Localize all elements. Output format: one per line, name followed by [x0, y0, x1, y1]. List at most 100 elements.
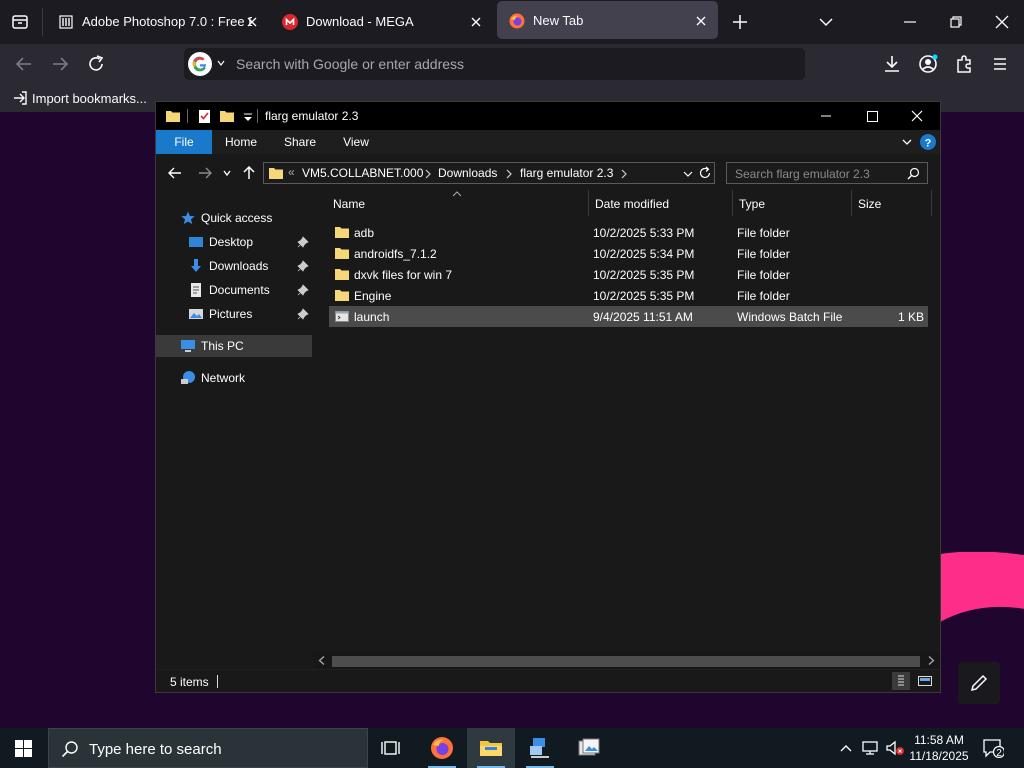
horizontal-scrollbar[interactable] [314, 652, 940, 669]
tab-file[interactable]: File [156, 130, 212, 154]
folder-search-box[interactable] [726, 162, 928, 184]
address-bar[interactable] [184, 48, 805, 80]
tab-list-icon[interactable] [10, 12, 30, 32]
menu-icon[interactable] [989, 53, 1011, 75]
explorer-minimize-button[interactable] [803, 102, 849, 130]
tab-new-tab[interactable]: New Tab [497, 1, 718, 39]
nav-network[interactable]: Network [156, 367, 312, 389]
archive-icon [58, 14, 74, 30]
navigation-pane: Quick access Desktop Downloads Documents [156, 190, 314, 652]
column-header-size[interactable]: Size [851, 190, 932, 216]
scrollbar-thumb[interactable] [332, 656, 920, 667]
tab-photoshop[interactable]: Adobe Photoshop 7.0 : Free Do [46, 0, 266, 44]
nav-documents[interactable]: Documents [156, 279, 312, 301]
explorer-close-button[interactable] [894, 102, 940, 130]
nav-pictures[interactable]: Pictures [156, 303, 312, 325]
column-header-date[interactable]: Date modified [588, 190, 733, 216]
import-bookmarks-link[interactable]: Import bookmarks... [32, 91, 147, 106]
pin-icon[interactable] [297, 236, 309, 248]
breadcrumb-item[interactable]: flarg emulator 2.3 [520, 166, 613, 180]
back-button[interactable] [13, 53, 35, 75]
volume-muted-icon[interactable] [885, 739, 905, 757]
details-view-icon[interactable] [892, 672, 910, 690]
url-input[interactable] [236, 55, 776, 73]
customize-quick-access-icon[interactable] [240, 108, 256, 124]
tab-title: Adobe Photoshop 7.0 : Free Do [82, 14, 252, 29]
list-all-tabs-icon[interactable] [816, 12, 836, 32]
tab-title: Download - MEGA [306, 14, 414, 29]
new-tab-button[interactable] [730, 12, 750, 32]
breadcrumb-item[interactable]: Downloads [438, 166, 497, 180]
tab-mega[interactable]: Download - MEGA [270, 0, 492, 44]
scroll-right-icon[interactable] [927, 656, 935, 665]
chevron-right-icon[interactable] [424, 169, 432, 179]
nav-quick-access[interactable]: Quick access [156, 207, 312, 229]
forward-button[interactable] [49, 53, 71, 75]
taskbar-search-box[interactable]: Type here to search [48, 728, 368, 768]
account-icon[interactable] [917, 53, 939, 75]
explorer-maximize-button[interactable] [849, 102, 895, 130]
properties-icon[interactable] [197, 108, 213, 124]
reload-button[interactable] [85, 53, 107, 75]
refresh-icon[interactable] [698, 166, 712, 180]
taskbar-image-app[interactable] [565, 728, 613, 768]
close-tab-icon[interactable] [466, 12, 486, 32]
nav-desktop[interactable]: Desktop [156, 231, 312, 253]
tab-home[interactable]: Home [219, 130, 263, 154]
network-status-icon[interactable] [862, 739, 880, 757]
customize-edit-button[interactable] [958, 662, 1000, 704]
pin-icon[interactable] [297, 308, 309, 320]
file-type: Windows Batch File [737, 310, 843, 324]
taskbar-firefox[interactable] [418, 728, 466, 768]
taskbar-file-explorer[interactable] [467, 728, 515, 768]
breadcrumb-item[interactable]: VM5.COLLABNET.000 [302, 166, 423, 180]
start-button[interactable] [0, 728, 48, 768]
column-header-type[interactable]: Type [732, 190, 852, 216]
address-dropdown-icon[interactable] [683, 169, 693, 179]
expand-ribbon-icon[interactable] [901, 136, 913, 148]
system-clock[interactable]: 11:58 AM 11/18/2025 [906, 732, 972, 764]
batch-file-icon [335, 311, 349, 322]
task-view-button[interactable] [368, 728, 416, 768]
search-icon[interactable] [907, 167, 920, 180]
table-row[interactable]: androidfs_7.1.2 10/2/2025 5:34 PM File f… [329, 243, 928, 264]
extensions-icon[interactable] [953, 53, 975, 75]
recent-locations-icon[interactable] [222, 168, 232, 178]
restore-window-button[interactable] [946, 12, 966, 32]
search-input[interactable] [735, 166, 905, 181]
close-tab-icon[interactable] [691, 11, 711, 31]
tab-share[interactable]: Share [278, 130, 322, 154]
pin-icon[interactable] [297, 284, 309, 296]
table-row[interactable]: launch 9/4/2025 11:51 AM Windows Batch F… [329, 306, 928, 327]
breadcrumb[interactable]: « VM5.COLLABNET.000 Downloads flarg emul… [263, 162, 715, 184]
back-arrow-icon[interactable] [167, 165, 183, 181]
help-icon[interactable]: ? [920, 134, 936, 150]
large-icons-view-icon[interactable] [916, 672, 934, 690]
nav-downloads[interactable]: Downloads [156, 255, 312, 277]
downloads-icon[interactable] [881, 53, 903, 75]
tab-view[interactable]: View [334, 130, 378, 154]
pictures-icon [188, 306, 204, 322]
taskbar-network-app[interactable] [516, 728, 564, 768]
chevron-right-icon[interactable] [505, 169, 513, 179]
column-header-name[interactable]: Name [326, 190, 589, 216]
overflow-chevron-icon[interactable]: « [288, 165, 295, 179]
up-arrow-icon[interactable] [241, 165, 257, 181]
close-tab-icon[interactable] [242, 12, 262, 32]
pin-icon[interactable] [297, 260, 309, 272]
nav-label: Quick access [201, 211, 273, 225]
table-row[interactable]: Engine 10/2/2025 5:35 PM File folder [329, 285, 928, 306]
tab-title: New Tab [533, 13, 584, 28]
table-row[interactable]: dxvk files for win 7 10/2/2025 5:35 PM F… [329, 264, 928, 285]
chevron-right-icon[interactable] [620, 169, 628, 179]
file-name: dxvk files for win 7 [354, 268, 453, 282]
nav-this-pc[interactable]: This PC [156, 335, 312, 357]
search-engine-dropdown-icon[interactable] [216, 58, 226, 68]
show-hidden-icons-button[interactable] [839, 741, 853, 755]
forward-arrow-icon[interactable] [197, 165, 213, 181]
close-window-button[interactable] [992, 12, 1012, 32]
new-folder-icon[interactable] [219, 108, 235, 124]
minimize-window-button[interactable] [900, 12, 920, 32]
scroll-left-icon[interactable] [318, 656, 326, 665]
table-row[interactable]: adb 10/2/2025 5:33 PM File folder [329, 222, 928, 243]
